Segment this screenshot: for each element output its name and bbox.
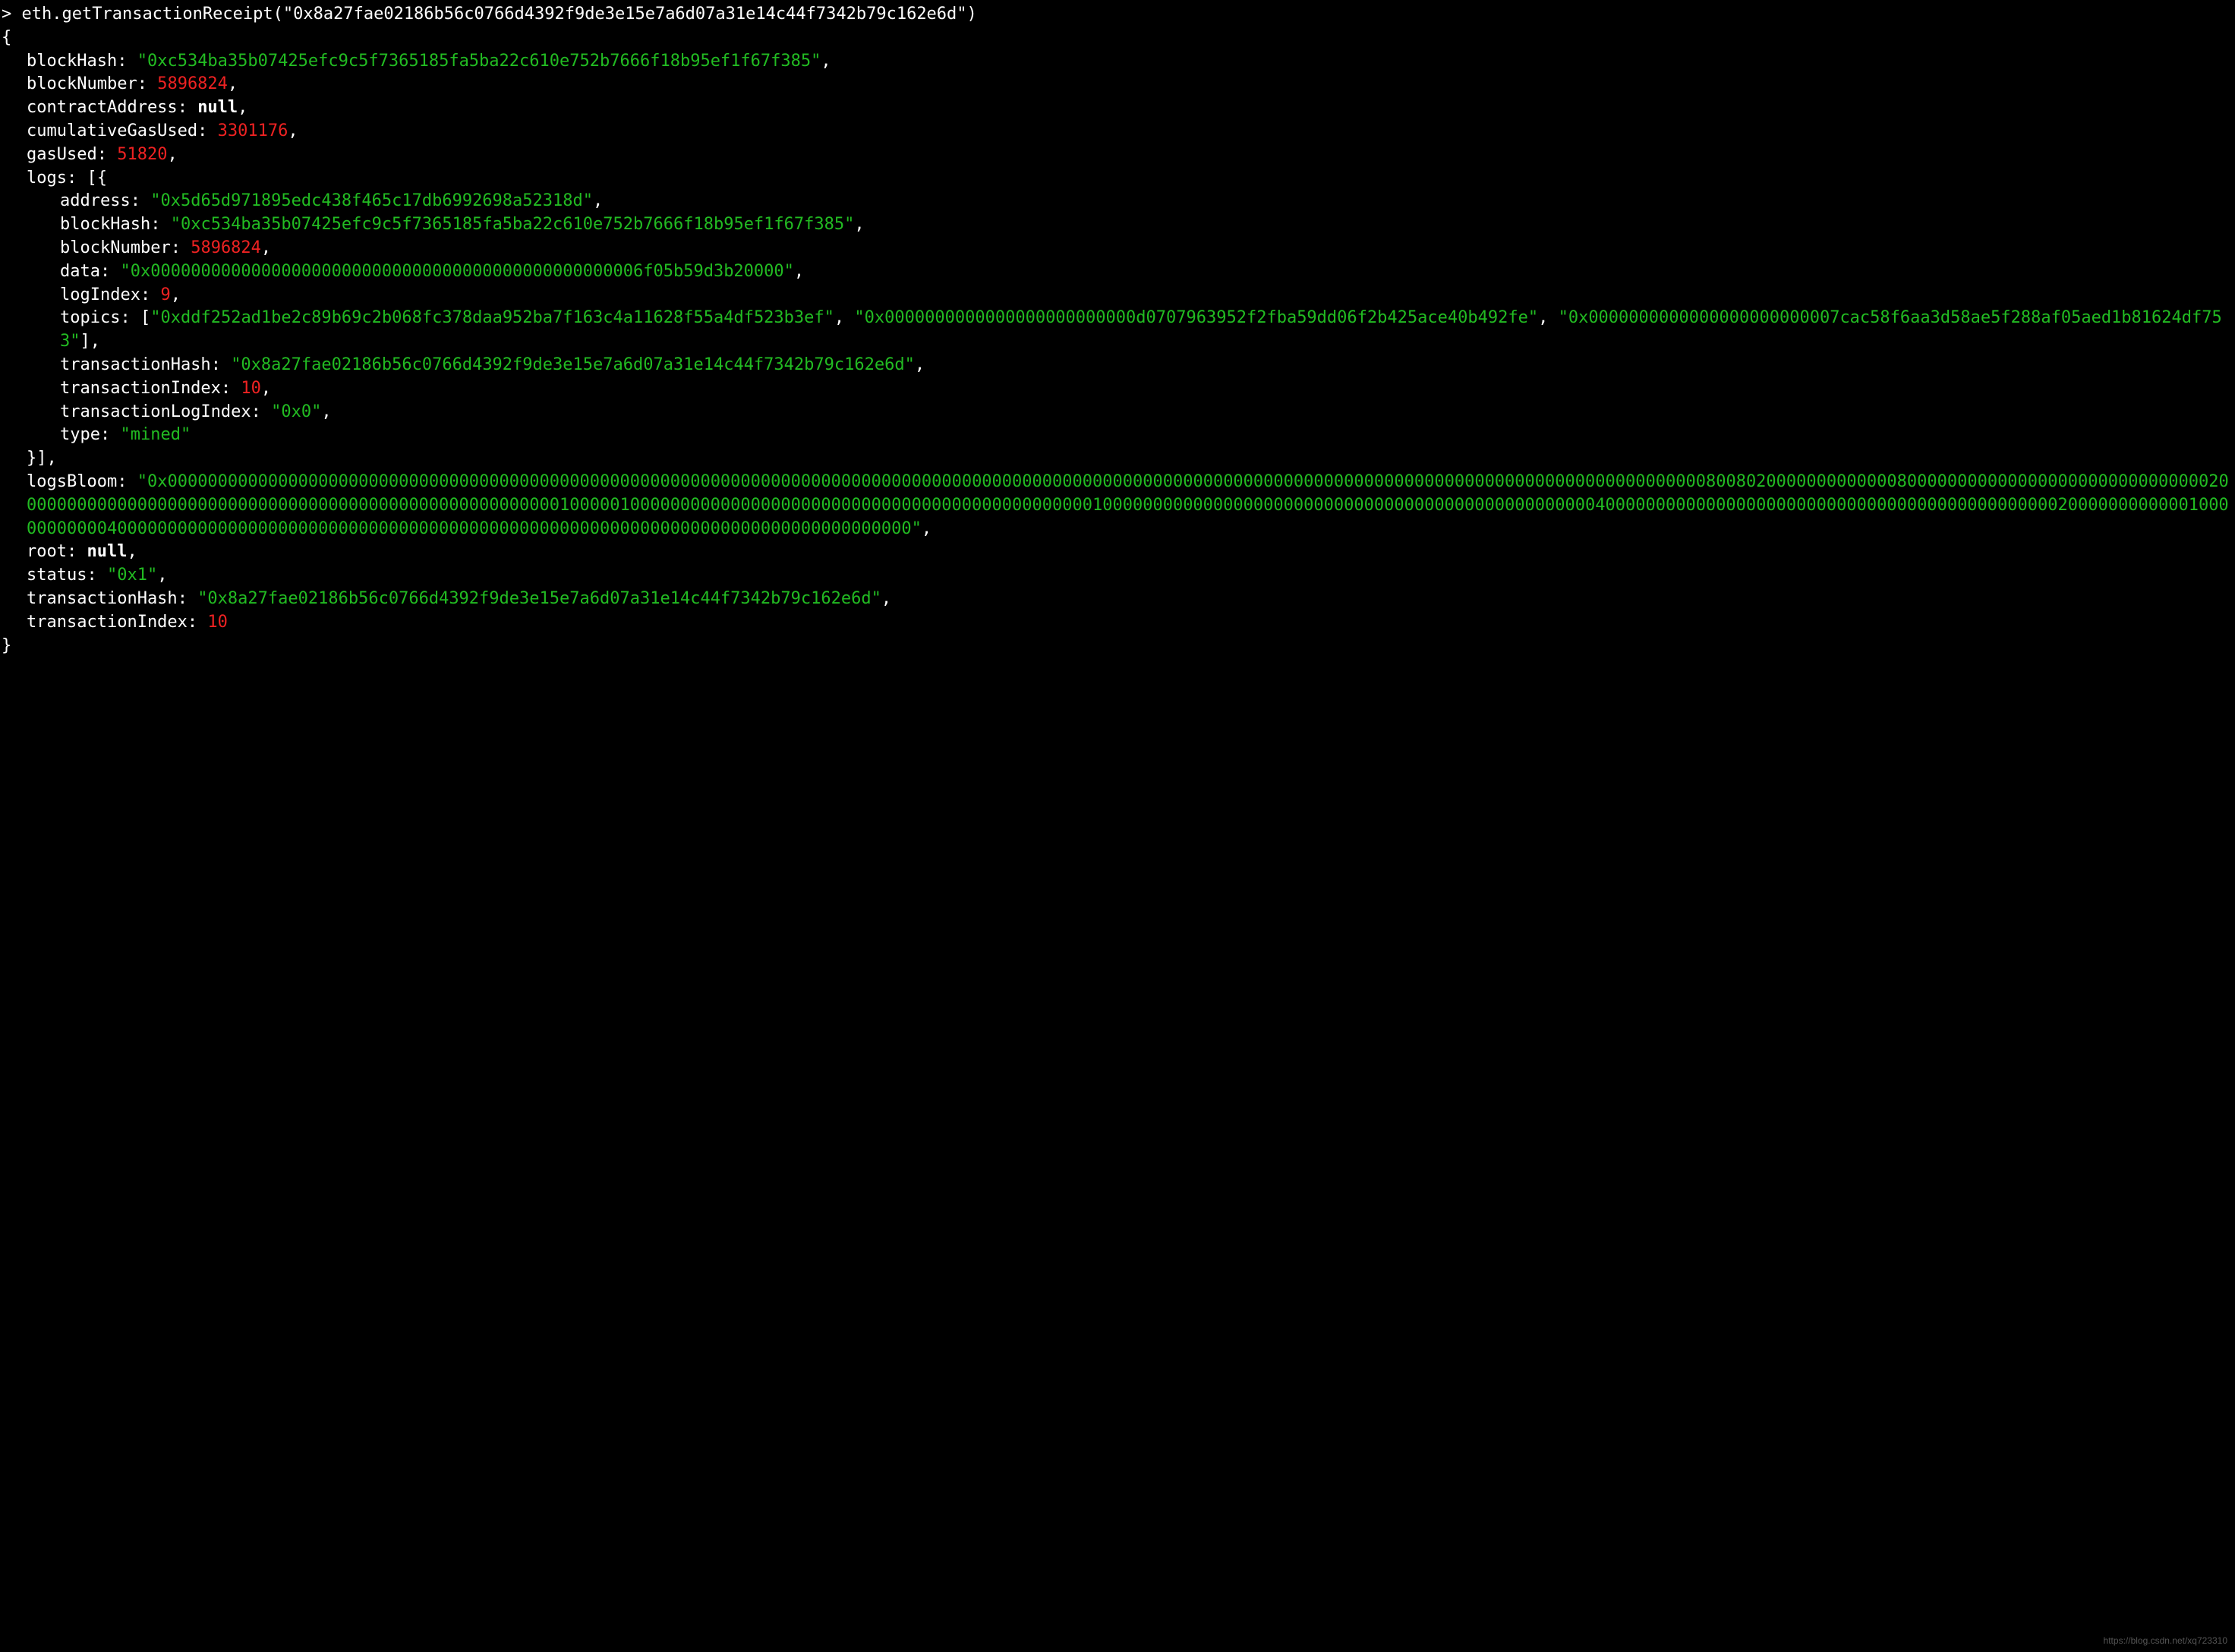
log-blockHash: blockHash: "0xc534ba35b07425efc9c5f73651… (2, 213, 2233, 237)
log-type: type: "mined" (2, 424, 2233, 447)
row-gasUsed: gasUsed: 51820, (2, 143, 2233, 167)
row-root: root: null, (2, 541, 2233, 564)
prompt: > (2, 5, 22, 24)
command-line: > eth.getTransactionReceipt("0x8a27fae02… (2, 3, 2233, 27)
row-cumulativeGasUsed: cumulativeGasUsed: 3301176, (2, 120, 2233, 143)
command-text: eth.getTransactionReceipt("0x8a27fae0218… (22, 5, 977, 24)
log-topics: topics: ["0xddf252ad1be2c89b69c2b068fc37… (2, 307, 2233, 354)
log-transactionHash: transactionHash: "0x8a27fae02186b56c0766… (2, 354, 2233, 377)
close-brace: } (2, 635, 2233, 658)
row-logs-open: logs: [{ (2, 167, 2233, 191)
row-blockHash: blockHash: "0xc534ba35b07425efc9c5f73651… (2, 50, 2233, 74)
open-brace: { (2, 27, 2233, 50)
row-transactionIndex: transactionIndex: 10 (2, 611, 2233, 635)
row-transactionHash: transactionHash: "0x8a27fae02186b56c0766… (2, 588, 2233, 611)
log-data: data: "0x0000000000000000000000000000000… (2, 260, 2233, 284)
row-status: status: "0x1", (2, 564, 2233, 588)
log-transactionLogIndex: transactionLogIndex: "0x0", (2, 401, 2233, 424)
log-logIndex: logIndex: 9, (2, 284, 2233, 307)
row-contractAddress: contractAddress: null, (2, 96, 2233, 120)
watermark-text: https://blog.csdn.net/xq723310 (2104, 1635, 2227, 1647)
terminal-output: > eth.getTransactionReceipt("0x8a27fae02… (0, 0, 2235, 660)
row-logs-close: }], (2, 447, 2233, 471)
row-blockNumber: blockNumber: 5896824, (2, 73, 2233, 96)
log-address: address: "0x5d65d971895edc438f465c17db69… (2, 190, 2233, 213)
log-blockNumber: blockNumber: 5896824, (2, 237, 2233, 260)
row-logsBloom: logsBloom: "0x00000000000000000000000000… (2, 471, 2233, 541)
log-transactionIndex: transactionIndex: 10, (2, 377, 2233, 401)
